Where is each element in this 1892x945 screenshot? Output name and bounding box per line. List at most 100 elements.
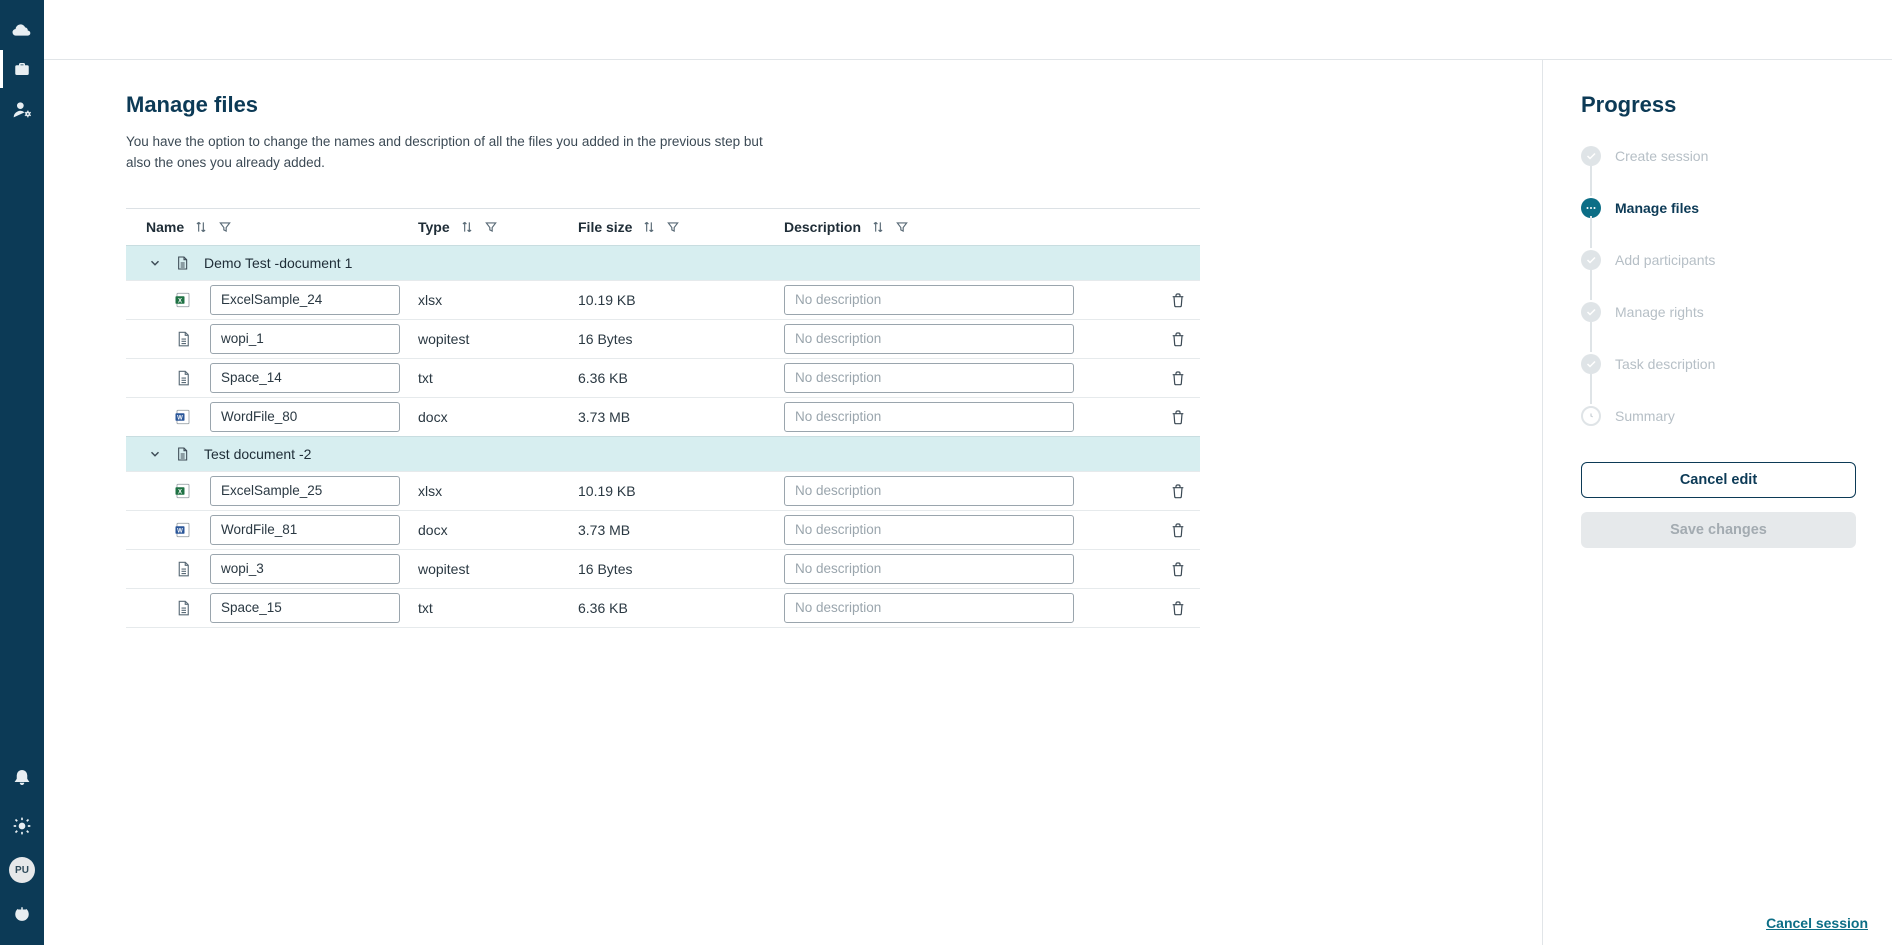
trash-icon [1170, 521, 1186, 539]
file-description-input[interactable] [784, 324, 1074, 354]
svg-text:X: X [178, 298, 182, 304]
file-name-input[interactable] [210, 476, 400, 506]
files-table: Name Type [126, 208, 1200, 628]
sidebar-item-notifications[interactable] [0, 757, 44, 795]
trash-icon [1170, 330, 1186, 348]
sidebar-item-power[interactable] [0, 895, 44, 933]
header-description: Description [784, 219, 861, 235]
file-type: xlsx [418, 292, 578, 308]
delete-file-button[interactable] [1156, 599, 1200, 617]
file-name-input[interactable] [210, 593, 400, 623]
group-name: Demo Test -document 1 [198, 255, 352, 271]
sort-icon[interactable] [194, 220, 208, 234]
header-size: File size [578, 219, 632, 235]
progress-step[interactable]: Manage files [1581, 192, 1856, 244]
step-label: Manage files [1615, 200, 1699, 216]
step-done-icon [1581, 302, 1601, 322]
svg-text:X: X [178, 489, 182, 495]
file-name-input[interactable] [210, 363, 400, 393]
save-changes-button[interactable]: Save changes [1581, 512, 1856, 548]
progress-step[interactable]: Manage rights [1581, 296, 1856, 348]
avatar[interactable]: PU [9, 857, 35, 883]
excel-file-icon: X [174, 481, 192, 501]
file-size: 6.36 KB [578, 370, 784, 386]
progress-step[interactable]: Task description [1581, 348, 1856, 400]
cancel-session-link[interactable]: Cancel session [1766, 915, 1868, 931]
file-row: Xxlsx10.19 KB [126, 280, 1200, 319]
file-row: Wdocx3.73 MB [126, 510, 1200, 549]
cancel-edit-button[interactable]: Cancel edit [1581, 462, 1856, 498]
step-label: Add participants [1615, 252, 1715, 268]
trash-icon [1170, 599, 1186, 617]
progress-step[interactable]: Summary [1581, 400, 1856, 452]
sidebar-logo[interactable] [0, 10, 44, 48]
delete-file-button[interactable] [1156, 482, 1200, 500]
file-size: 16 Bytes [578, 561, 784, 577]
file-name-input[interactable] [210, 285, 400, 315]
file-name-input[interactable] [210, 554, 400, 584]
trash-icon [1170, 560, 1186, 578]
step-label: Summary [1615, 408, 1675, 424]
sort-icon[interactable] [871, 220, 885, 234]
file-description-input[interactable] [784, 515, 1074, 545]
trash-icon [1170, 408, 1186, 426]
filter-icon[interactable] [218, 220, 232, 234]
step-pending-icon [1581, 406, 1601, 426]
file-name-input[interactable] [210, 324, 400, 354]
sidebar-item-sessions[interactable] [0, 50, 44, 88]
file-description-input[interactable] [784, 363, 1074, 393]
briefcase-icon [12, 60, 32, 78]
file-type: txt [418, 600, 578, 616]
delete-file-button[interactable] [1156, 408, 1200, 426]
document-file-icon [174, 368, 192, 388]
group-row[interactable]: Test document -2 [126, 436, 1200, 471]
delete-file-button[interactable] [1156, 330, 1200, 348]
svg-text:W: W [177, 415, 183, 421]
file-size: 10.19 KB [578, 292, 784, 308]
chevron-down-icon [148, 256, 162, 270]
file-size: 6.36 KB [578, 600, 784, 616]
file-description-input[interactable] [784, 285, 1074, 315]
step-done-icon [1581, 146, 1601, 166]
sort-icon[interactable] [642, 220, 656, 234]
document-file-icon [174, 598, 192, 618]
delete-file-button[interactable] [1156, 291, 1200, 309]
file-row: wopitest16 Bytes [126, 319, 1200, 358]
file-name-input[interactable] [210, 402, 400, 432]
file-description-input[interactable] [784, 476, 1074, 506]
delete-file-button[interactable] [1156, 369, 1200, 387]
word-file-icon: W [174, 520, 192, 540]
sidebar-item-settings[interactable] [0, 807, 44, 845]
file-name-input[interactable] [210, 515, 400, 545]
filter-icon[interactable] [666, 220, 680, 234]
group-row[interactable]: Demo Test -document 1 [126, 245, 1200, 280]
delete-file-button[interactable] [1156, 521, 1200, 539]
progress-step[interactable]: Add participants [1581, 244, 1856, 296]
sort-icon[interactable] [460, 220, 474, 234]
gear-icon [12, 816, 32, 836]
user-gear-icon [12, 99, 32, 119]
topbar [44, 0, 1892, 60]
filter-icon[interactable] [484, 220, 498, 234]
trash-icon [1170, 369, 1186, 387]
file-size: 16 Bytes [578, 331, 784, 347]
svg-text:W: W [177, 528, 183, 534]
page-title: Manage files [126, 92, 1200, 118]
file-type: txt [418, 370, 578, 386]
document-file-icon [174, 559, 192, 579]
file-size: 3.73 MB [578, 409, 784, 425]
progress-step[interactable]: Create session [1581, 140, 1856, 192]
step-done-icon [1581, 250, 1601, 270]
step-label: Create session [1615, 148, 1708, 164]
delete-file-button[interactable] [1156, 560, 1200, 578]
file-type: xlsx [418, 483, 578, 499]
bell-icon [13, 766, 31, 786]
filter-icon[interactable] [895, 220, 909, 234]
sidebar: PU [0, 0, 44, 945]
file-description-input[interactable] [784, 554, 1074, 584]
file-description-input[interactable] [784, 593, 1074, 623]
step-done-icon [1581, 354, 1601, 374]
progress-title: Progress [1581, 92, 1856, 118]
file-description-input[interactable] [784, 402, 1074, 432]
sidebar-item-user-settings[interactable] [0, 90, 44, 128]
